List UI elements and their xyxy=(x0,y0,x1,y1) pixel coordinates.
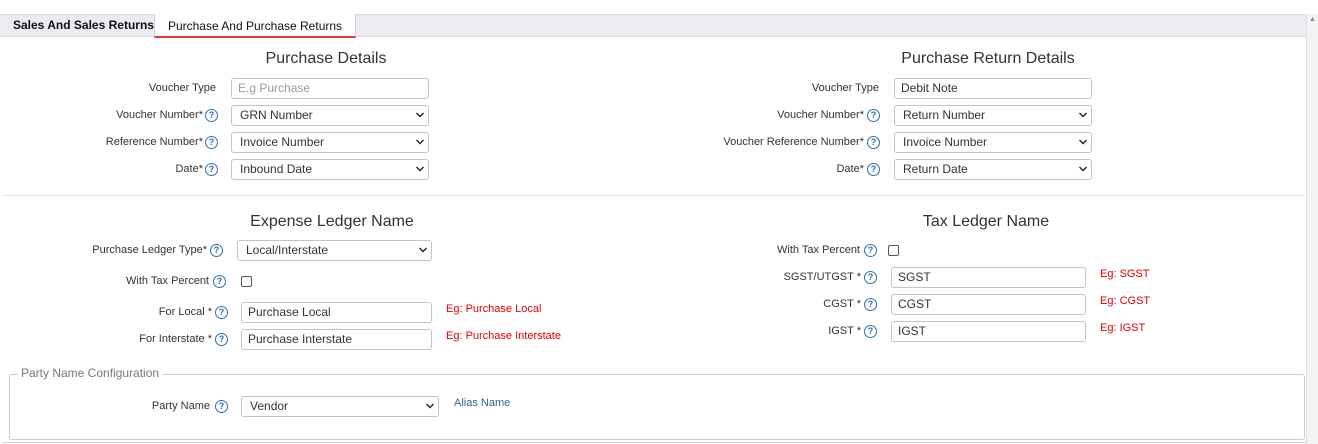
help-icon[interactable]: ? xyxy=(864,298,877,311)
chevron-down-icon xyxy=(416,112,424,118)
for-interstate-label: For Interstate * xyxy=(139,333,212,345)
purchase-return-details-title: Purchase Return Details xyxy=(901,50,1075,67)
scroll-up-arrow-icon[interactable]: ▲ xyxy=(1309,16,1316,23)
help-icon[interactable]: ? xyxy=(215,306,228,319)
help-icon[interactable]: ? xyxy=(215,333,228,346)
cgst-input[interactable]: CGST xyxy=(891,294,1086,315)
purchase-ledger-type-select[interactable]: Local/Interstate xyxy=(237,240,432,261)
help-icon[interactable]: ? xyxy=(215,400,228,413)
help-icon[interactable]: ? xyxy=(213,275,226,288)
return-date-value: Return Date xyxy=(903,162,968,176)
cgst-label: CGST * xyxy=(823,298,861,310)
sgst-input[interactable]: SGST xyxy=(891,267,1086,288)
return-voucher-number-label: Voucher Number* xyxy=(777,109,864,121)
for-interstate-input[interactable]: Purchase Interstate xyxy=(241,329,432,350)
tab-sales-and-sales-returns[interactable]: Sales And Sales Returns xyxy=(4,15,163,37)
for-local-input[interactable]: Purchase Local xyxy=(241,302,432,323)
help-icon[interactable]: ? xyxy=(864,271,877,284)
bottom-border xyxy=(2,442,1306,443)
voucher-reference-number-value: Invoice Number xyxy=(903,135,988,149)
return-date-label: Date* xyxy=(836,163,864,175)
vertical-scrollbar[interactable] xyxy=(1306,14,1318,444)
return-voucher-number-select[interactable]: Return Number xyxy=(894,105,1092,126)
tab-bar: Sales And Sales Returns Purchase And Pur… xyxy=(0,14,1306,38)
return-voucher-type-input[interactable]: Debit Note xyxy=(894,78,1092,99)
tab-purchase-and-purchase-returns[interactable]: Purchase And Purchase Returns xyxy=(154,14,356,38)
chevron-down-icon xyxy=(426,403,434,409)
igst-label: IGST * xyxy=(828,325,861,337)
return-voucher-number-value: Return Number xyxy=(903,108,986,122)
sgst-label: SGST/UTGST * xyxy=(783,271,861,283)
purchase-ledger-type-value: Local/Interstate xyxy=(246,243,329,257)
tax-with-tax-percent-label: With Tax Percent xyxy=(777,244,860,256)
help-icon[interactable]: ? xyxy=(210,244,223,257)
expense-ledger-title: Expense Ledger Name xyxy=(250,213,414,230)
return-date-select[interactable]: Return Date xyxy=(894,159,1092,180)
help-icon[interactable]: ? xyxy=(205,109,218,122)
cgst-hint: Eg: CGST xyxy=(1100,295,1151,307)
reference-number-value: Invoice Number xyxy=(240,135,325,149)
sgst-hint: Eg: SGST xyxy=(1100,268,1150,280)
purchase-details-title: Purchase Details xyxy=(265,50,387,67)
for-interstate-hint: Eg: Purchase Interstate xyxy=(446,330,561,342)
date-value: Inbound Date xyxy=(240,162,313,176)
help-icon[interactable]: ? xyxy=(867,163,880,176)
date-select[interactable]: Inbound Date xyxy=(231,159,429,180)
tax-with-tax-percent-checkbox[interactable] xyxy=(888,245,899,256)
voucher-reference-number-label: Voucher Reference Number* xyxy=(723,136,864,148)
reference-number-select[interactable]: Invoice Number xyxy=(231,132,429,153)
voucher-number-value: GRN Number xyxy=(240,108,313,122)
party-name-configuration-legend: Party Name Configuration xyxy=(18,366,163,380)
help-icon[interactable]: ? xyxy=(205,136,218,149)
chevron-down-icon xyxy=(416,166,424,172)
for-local-hint: Eg: Purchase Local xyxy=(446,303,542,315)
voucher-number-label: Voucher Number* xyxy=(116,109,203,121)
date-label: Date* xyxy=(175,163,203,175)
help-icon[interactable]: ? xyxy=(205,163,218,176)
igst-hint: Eg: IGST xyxy=(1100,322,1146,334)
voucher-type-label: Voucher Type xyxy=(148,82,216,94)
return-voucher-type-label: Voucher Type xyxy=(811,82,879,94)
chevron-down-icon xyxy=(1079,112,1087,118)
party-name-value: Vendor xyxy=(250,399,289,413)
chevron-down-icon xyxy=(419,247,427,253)
section-divider xyxy=(2,195,1305,196)
chevron-down-icon xyxy=(1079,139,1087,145)
help-icon[interactable]: ? xyxy=(867,109,880,122)
purchase-ledger-type-label: Purchase Ledger Type* xyxy=(92,244,207,256)
voucher-reference-number-select[interactable]: Invoice Number xyxy=(894,132,1092,153)
expense-with-tax-percent-label: With Tax Percent xyxy=(126,275,209,287)
party-name-select[interactable]: Vendor xyxy=(241,396,439,417)
reference-number-label: Reference Number* xyxy=(105,136,203,148)
alias-name-link[interactable]: Alias Name xyxy=(454,397,510,409)
party-name-label: Party Name xyxy=(151,400,210,412)
igst-input[interactable]: IGST xyxy=(891,321,1086,342)
chevron-down-icon xyxy=(1079,166,1087,172)
help-icon[interactable]: ? xyxy=(864,325,877,338)
chevron-down-icon xyxy=(416,139,424,145)
voucher-number-select[interactable]: GRN Number xyxy=(231,105,429,126)
help-icon[interactable]: ? xyxy=(864,244,877,257)
expense-with-tax-percent-checkbox[interactable] xyxy=(241,276,252,287)
help-icon[interactable]: ? xyxy=(867,136,880,149)
voucher-type-input[interactable]: E.g Purchase xyxy=(231,78,429,99)
for-local-label: For Local * xyxy=(158,306,212,318)
tax-ledger-title: Tax Ledger Name xyxy=(922,213,1050,230)
